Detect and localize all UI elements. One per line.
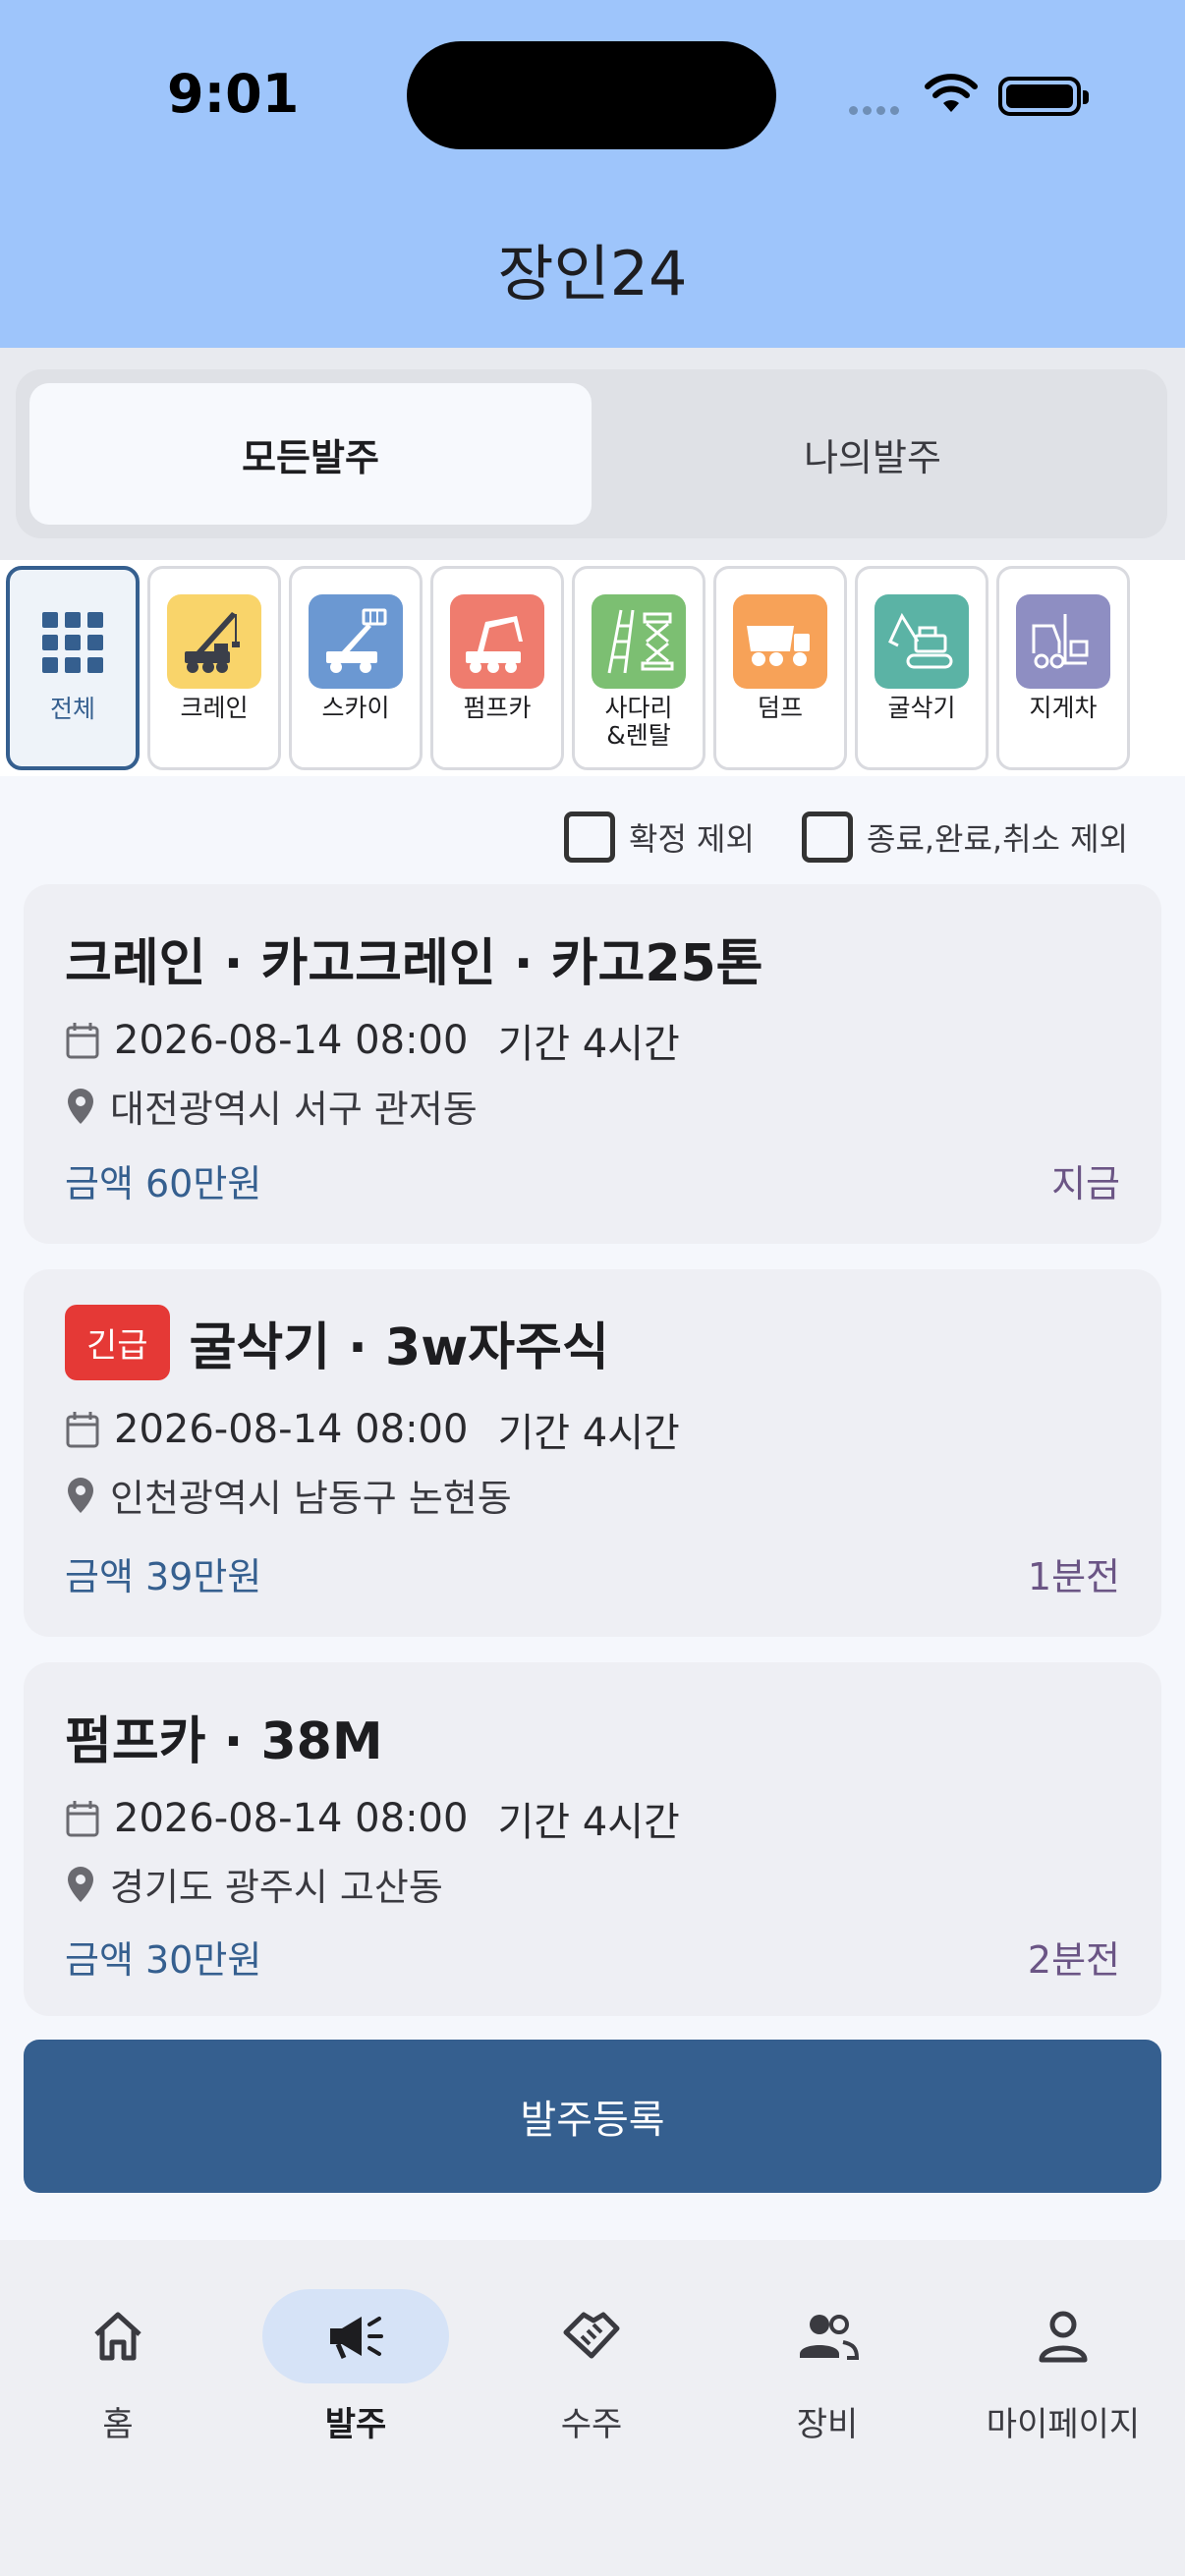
tab-orders[interactable]: 발주	[257, 2289, 454, 2445]
urgent-badge: 긴급	[65, 1305, 170, 1380]
tab-label: 마이페이지	[986, 2405, 1141, 2444]
bottom-tab-bar: 홈 발주 수주 장비 마이페이지	[0, 2240, 1185, 2576]
order-price: 금액 60만원	[65, 1162, 262, 1205]
tab-label: 수주	[560, 2405, 623, 2444]
filter-exclude-confirmed[interactable]: 확정 제외	[564, 812, 755, 863]
order-location-text: 대전광역시 서구 관저동	[110, 1088, 478, 1131]
excavator-icon	[875, 594, 969, 689]
order-card[interactable]: 펌프카 · 38M 2026-08-14 08:00 기간 4시간 경기도 광주…	[24, 1662, 1161, 2016]
home-icon	[25, 2289, 211, 2383]
filter-exclude-finished[interactable]: 종료,완료,취소 제외	[802, 812, 1128, 863]
category-label: 덤프	[757, 694, 803, 722]
order-duration: 기간 4시간	[497, 1411, 680, 1456]
order-time-ago: 2분전	[1027, 1938, 1120, 1982]
grid-icon	[26, 595, 120, 690]
tab-label: 발주	[324, 2405, 387, 2444]
order-title-row: 긴급 굴삭기 · 3w자주식	[65, 1305, 609, 1380]
tab-equipment[interactable]: 장비	[729, 2289, 926, 2445]
order-location: 인천광역시 남동구 논현동	[65, 1468, 512, 1522]
category-label: 펌프카	[463, 694, 532, 722]
page-title: 장인24	[497, 238, 688, 309]
category-all[interactable]: 전체	[6, 566, 140, 770]
order-schedule: 2026-08-14 08:00 기간 4시간	[65, 1790, 680, 1847]
filter-label: 종료,완료,취소 제외	[867, 820, 1129, 858]
filter-label: 확정 제외	[629, 820, 755, 858]
handshake-icon	[498, 2289, 685, 2383]
pump-truck-icon	[450, 594, 544, 689]
order-time-ago: 지금	[1051, 1162, 1120, 1205]
dynamic-island	[407, 41, 776, 149]
category-label: 스카이	[321, 694, 390, 722]
order-location-text: 인천광역시 남동구 논현동	[110, 1477, 512, 1520]
register-order-button[interactable]: 발주등록	[24, 2040, 1161, 2193]
tab-label: 홈	[102, 2405, 134, 2444]
tab-my-orders[interactable]: 나의발주	[592, 383, 1154, 525]
segment-area: 모든발주 나의발주	[0, 348, 1185, 560]
category-excavator[interactable]: 굴삭기	[855, 566, 988, 770]
calendar-icon	[66, 1023, 99, 1059]
order-schedule: 2026-08-14 08:00 기간 4시간	[65, 1012, 680, 1069]
order-schedule: 2026-08-14 08:00 기간 4시간	[65, 1401, 680, 1458]
order-card[interactable]: 긴급 굴삭기 · 3w자주식 2026-08-14 08:00 기간 4시간 인…	[24, 1269, 1161, 1637]
order-location: 경기도 광주시 고산동	[65, 1857, 443, 1911]
dump-truck-icon	[733, 594, 827, 689]
category-label: 전체	[49, 695, 95, 723]
segmented-control: 모든발주 나의발주	[16, 369, 1167, 538]
forklift-icon	[1016, 594, 1110, 689]
order-title: 크레인 · 카고크레인 · 카고25톤	[65, 934, 763, 993]
order-time-ago: 1분전	[1027, 1555, 1120, 1598]
order-card[interactable]: 크레인 · 카고크레인 · 카고25톤 2026-08-14 08:00 기간 …	[24, 884, 1161, 1244]
order-location: 대전광역시 서구 관저동	[65, 1079, 478, 1133]
calendar-icon	[66, 1801, 99, 1837]
order-datetime: 2026-08-14 08:00	[114, 1018, 469, 1063]
person-icon	[970, 2289, 1157, 2383]
category-pump-car[interactable]: 펌프카	[430, 566, 564, 770]
category-strip: 전체 크레인 스카이 펌프카 사다리 &렌탈 덤프 굴삭기 지게차	[0, 560, 1185, 776]
order-title: 굴삭기 · 3w자주식	[189, 1318, 609, 1377]
crane-icon	[167, 594, 261, 689]
megaphone-icon	[262, 2289, 449, 2383]
category-label: 사다리 &렌탈	[604, 694, 673, 750]
cellular-signal-icon	[849, 100, 904, 119]
tab-label: 장비	[796, 2405, 859, 2444]
ladder-icon	[592, 594, 686, 689]
order-price: 금액 39만원	[65, 1555, 262, 1598]
order-price: 금액 30만원	[65, 1938, 262, 1982]
status-time: 9:01	[167, 63, 300, 125]
order-duration: 기간 4시간	[497, 1022, 680, 1067]
sky-lift-icon	[309, 594, 403, 689]
order-location-text: 경기도 광주시 고산동	[110, 1866, 443, 1909]
order-title: 펌프카 · 38M	[65, 1712, 383, 1771]
battery-icon	[998, 77, 1089, 116]
order-datetime: 2026-08-14 08:00	[114, 1407, 469, 1452]
order-datetime: 2026-08-14 08:00	[114, 1796, 469, 1841]
category-dump[interactable]: 덤프	[713, 566, 847, 770]
location-pin-icon	[68, 1477, 93, 1513]
location-pin-icon	[68, 1088, 93, 1124]
app-header: 9:01 장인24	[0, 0, 1185, 348]
category-crane[interactable]: 크레인	[147, 566, 281, 770]
calendar-icon	[66, 1412, 99, 1448]
order-duration: 기간 4시간	[497, 1800, 680, 1845]
tab-home[interactable]: 홈	[20, 2289, 216, 2445]
location-pin-icon	[68, 1866, 93, 1902]
tab-my-page[interactable]: 마이페이지	[965, 2289, 1161, 2445]
checkbox-icon[interactable]	[564, 812, 615, 863]
category-forklift[interactable]: 지게차	[996, 566, 1130, 770]
category-label: 크레인	[180, 694, 249, 722]
tab-received-orders[interactable]: 수주	[493, 2289, 690, 2445]
wifi-icon	[925, 74, 978, 112]
checkbox-icon[interactable]	[802, 812, 853, 863]
category-label: 굴삭기	[887, 694, 956, 722]
category-ladder-rental[interactable]: 사다리 &렌탈	[572, 566, 705, 770]
category-sky[interactable]: 스카이	[289, 566, 423, 770]
tab-all-orders[interactable]: 모든발주	[29, 383, 592, 525]
people-icon	[734, 2289, 921, 2383]
category-label: 지게차	[1029, 694, 1098, 722]
